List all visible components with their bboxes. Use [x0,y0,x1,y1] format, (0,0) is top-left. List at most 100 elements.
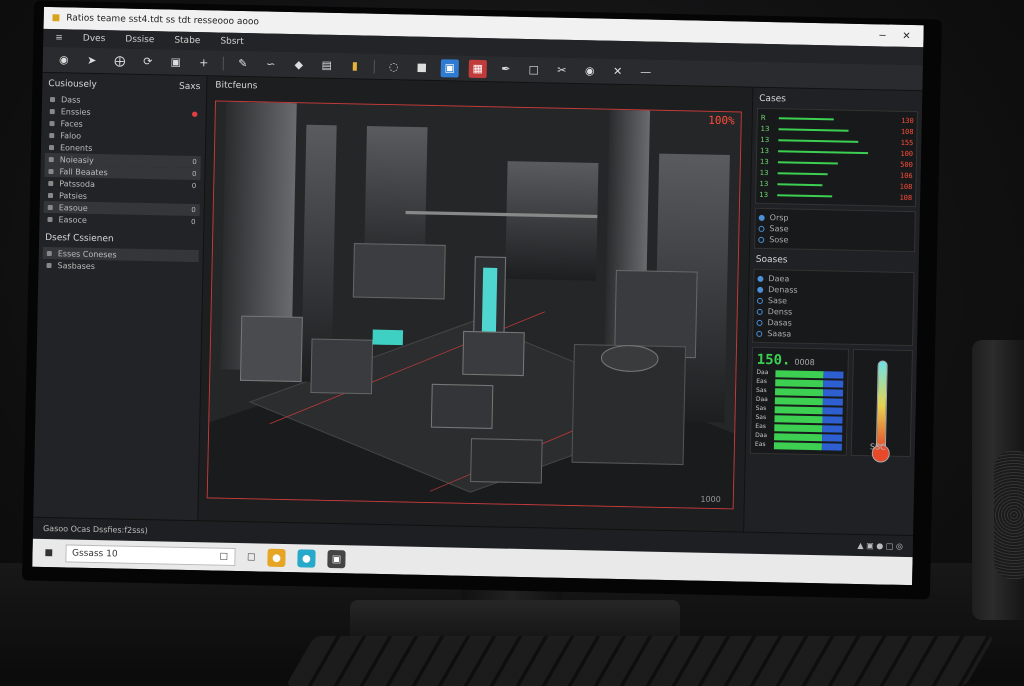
meter-unit: 0008 [794,358,815,367]
menu-item[interactable]: Sbsrt [220,37,244,47]
start-icon[interactable]: ■ [44,548,53,558]
stat-label: 13 [760,124,774,132]
tree-item[interactable]: Easoce0 [43,213,199,228]
stat-label: 13 [759,179,773,187]
view-icon[interactable]: ◌ [385,57,403,75]
tree-item-label: Easoce [58,215,87,225]
level-bar [775,397,843,405]
curve-icon[interactable]: ∽ [262,55,280,73]
bullet-icon [756,330,762,336]
level-row: Eas [755,440,842,451]
move-icon[interactable]: ⨁ [111,52,129,70]
property-row[interactable]: Saasa [756,328,909,342]
app-icon-yellow[interactable]: ● [267,549,285,567]
tree-item-flag: 0 [191,206,196,214]
tree-item[interactable]: Sasbases [42,259,198,274]
item-icon [47,262,52,267]
eye-icon[interactable]: ◉ [581,62,599,80]
level-label: Eas [755,423,771,430]
property-label: Saasa [767,329,791,338]
level-label: Daa [756,369,772,376]
scale-icon[interactable]: ▣ [167,53,185,71]
stat-bar [778,161,838,164]
pen-icon[interactable]: ✎ [234,54,252,72]
image-icon[interactable]: ▦ [469,59,487,77]
toolbar-divider [223,56,224,70]
lock-icon[interactable]: ◆ [290,56,308,74]
app-icon-dark[interactable]: ▣ [327,550,345,568]
marker-icon[interactable]: ▮ [346,57,364,75]
tree-item-label: Fall Beaates [59,167,107,177]
3d-city-scene [208,101,741,508]
item-icon [50,108,55,113]
radio-icon[interactable] [758,225,764,231]
stat-label: 13 [759,190,773,198]
stat-row: 13108 [759,189,912,203]
stat-label: 13 [760,135,774,143]
frame-icon[interactable]: □ [525,60,543,78]
radio-icon[interactable] [758,236,764,242]
item-icon [50,96,55,101]
taskbar-search[interactable]: Gssass 10 □ [65,544,235,566]
radio-icon[interactable] [759,214,765,220]
close-button[interactable]: ✕ [897,30,915,41]
menu-item[interactable]: Stabe [174,36,200,47]
minimize-button[interactable]: − [873,30,891,41]
option-label: Sose [769,235,788,244]
tree-item-flag: ● [192,110,198,118]
brush-icon[interactable]: ✒ [497,60,515,78]
tree-item-label: Enssies [61,107,91,117]
stat-value: 106 [900,171,913,179]
sidebar-action[interactable]: Saxs [179,82,200,92]
bullet-icon [756,319,762,325]
main-area: Cusiousely Saxs DassEnssies●FacesFalooEo… [33,73,922,535]
rotate-icon[interactable]: ⟳ [139,52,157,70]
search-icon: □ [219,552,228,562]
stat-bar [778,150,868,154]
monitor-screen: ■ Ratios teame sst4.tdt ss tdt resseooo … [32,7,924,585]
tray-icons[interactable]: ▲ ▣ ● □ ◎ [857,541,903,551]
level-bars: DaaEasSasDaaSasSasEasDaaEas [755,368,844,451]
save-icon[interactable]: ▤ [318,56,336,74]
record-icon[interactable]: ◉ [55,51,73,69]
speaker [972,340,1024,620]
item-icon [48,168,53,173]
sidebar-title: Cusiousely [48,79,97,90]
thermometer-widget: SSC [851,349,913,457]
box-icon[interactable]: □ [247,552,256,562]
app-menu-icon[interactable]: ≡ [55,33,63,43]
option-label: Sase [769,224,788,233]
add-icon[interactable]: + [195,54,213,72]
box-icon[interactable]: ■ [413,58,431,76]
menu-item[interactable]: Dves [83,34,106,44]
tree-item-label: Faces [60,119,82,128]
property-label: Sase [768,296,787,305]
3d-viewport[interactable]: 100% [207,100,742,509]
close-icon[interactable]: ✕ [609,62,627,80]
screen-icon[interactable]: ▣ [441,59,459,77]
thermo-label: SSC [870,442,886,451]
thermometer-icon [876,360,888,450]
viewport-footer-value: 1000 [700,495,721,504]
option-row[interactable]: Sose [758,234,911,248]
cut-icon[interactable]: ✂ [553,61,571,79]
stat-bar [778,139,858,143]
level-label: Sas [755,414,771,421]
section2-title: Dsesf Cssienen [45,233,114,244]
stat-bar [777,194,832,197]
property-label: Denss [768,307,793,317]
level-label: Sas [756,405,772,412]
menu-item[interactable]: Dssise [125,35,154,46]
tree-item-label: Dass [61,95,81,104]
right-panel: Cases R130131081315513100135001310613108… [743,88,922,535]
minus-icon[interactable]: — [637,63,655,81]
level-bar [775,379,843,387]
option-label: Orsp [770,213,789,222]
app-icon-blue[interactable]: ● [297,549,315,567]
select-icon[interactable]: ➤ [83,51,101,69]
stat-bar [777,183,822,186]
tree-item-label: Patsies [59,191,87,201]
stat-bar [779,117,834,120]
item-icon [47,250,52,255]
item-icon [48,204,53,209]
